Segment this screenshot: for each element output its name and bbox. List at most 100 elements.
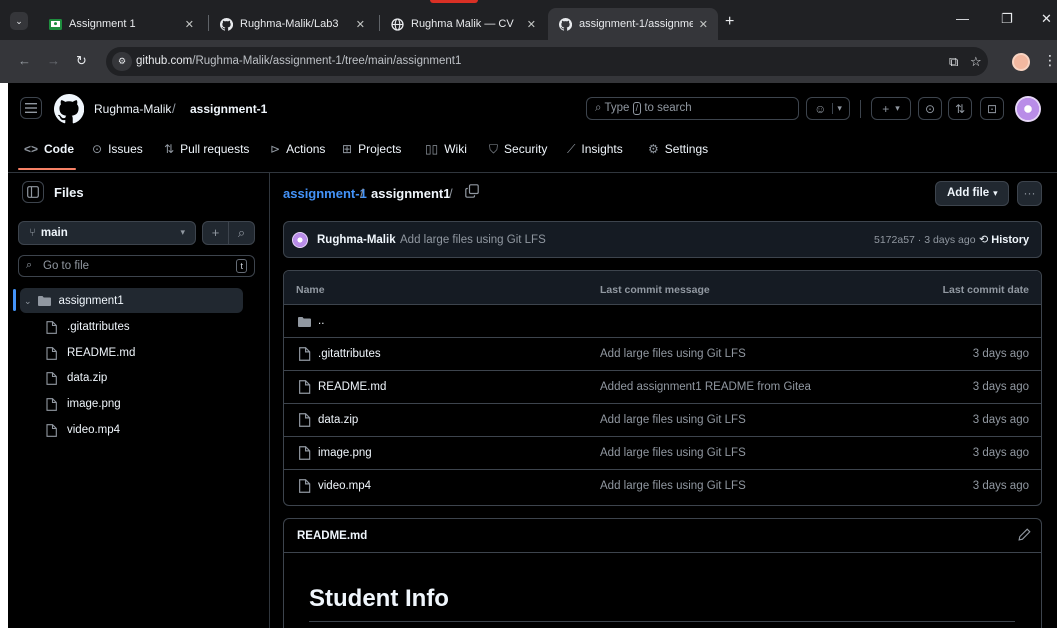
plus-icon: + [882, 101, 890, 116]
tab-wiki[interactable]: ▯▯ Wiki [425, 138, 467, 160]
pull-requests-button[interactable]: ⇅ [948, 97, 972, 120]
tab-pull-requests[interactable]: ⇅ Pull requests [164, 138, 249, 160]
browser-menu-icon[interactable]: ⋮ [1043, 52, 1057, 69]
commit-message-link[interactable]: Add large files using Git LFS [600, 348, 746, 360]
tab-search-button[interactable]: ⌄ [10, 12, 28, 30]
column-header-message: Last commit message [600, 284, 710, 296]
close-icon[interactable]: ✕ [699, 18, 708, 31]
github-logo-icon[interactable] [54, 94, 84, 124]
commit-author-link[interactable]: Rughma-Malik [317, 234, 396, 246]
tree-item-file[interactable]: video.mp4 [46, 420, 120, 440]
commit-message-link[interactable]: Added assignment1 README from Gitea [600, 381, 811, 393]
chevron-down-icon: ▾ [180, 227, 185, 237]
commit-message-link[interactable]: Add large files using Git LFS [600, 447, 746, 459]
readme-heading: Student Info [309, 585, 449, 612]
repo-name-link[interactable]: assignment-1 [190, 102, 267, 116]
new-tab-button[interactable]: + [725, 14, 734, 30]
forward-icon[interactable]: → [47, 53, 60, 69]
inbox-button[interactable]: ⊡ [980, 97, 1004, 120]
table-row[interactable]: README.md Added assignment1 README from … [284, 371, 1041, 404]
files-heading: Files [54, 185, 84, 200]
url-text[interactable]: github.com/Rughma-Malik/assignment-1/tre… [136, 55, 461, 67]
close-icon[interactable]: ✕ [527, 18, 536, 31]
close-icon[interactable]: ✕ [356, 18, 365, 31]
add-file-button[interactable]: Add file ▾ [935, 181, 1009, 206]
copilot-icon: ☺ [814, 101, 827, 116]
add-and-search-group: + ⌕ [202, 221, 255, 245]
cast-icon[interactable]: ⧉ [949, 54, 958, 70]
bookmark-star-icon[interactable]: ☆ [970, 54, 982, 70]
minimize-icon[interactable]: — [956, 12, 969, 26]
close-icon[interactable]: ✕ [185, 18, 194, 31]
tree-item-folder[interactable]: ⌄ assignment1 [24, 291, 124, 311]
collapse-sidebar-button[interactable] [22, 181, 44, 203]
breadcrumb-separator: / [449, 186, 453, 201]
file-name-link[interactable]: .gitattributes [318, 348, 381, 360]
repo-owner-link[interactable]: Rughma-Malik [94, 102, 171, 116]
search-input[interactable]: ⌕ Type / to search [586, 97, 799, 120]
go-to-file-input[interactable]: ⌕ Go to file t [18, 255, 255, 277]
tree-item-file[interactable]: README.md [46, 343, 135, 363]
browser-tab-assignment[interactable]: Assignment 1 ✕ [38, 8, 204, 40]
table-row[interactable]: video.mp4 Add large files using Git LFS … [284, 470, 1041, 503]
issue-icon: ⊙ [924, 101, 936, 116]
reload-icon[interactable]: ↻ [76, 53, 87, 69]
tab-security[interactable]: ⛉ Security [489, 138, 547, 160]
table-row[interactable]: data.zip Add large files using Git LFS 3… [284, 404, 1041, 437]
pencil-icon[interactable] [1018, 528, 1031, 541]
tab-projects[interactable]: ⊞ Projects [342, 138, 401, 160]
commit-message-link[interactable]: Add large files using Git LFS [600, 414, 746, 426]
file-name-link[interactable]: image.png [318, 447, 372, 459]
tab-settings[interactable]: ⚙ Settings [648, 138, 708, 160]
file-icon [299, 413, 311, 427]
commit-message-link[interactable]: Add large files using Git LFS [600, 480, 746, 492]
table-row[interactable]: image.png Add large files using Git LFS … [284, 437, 1041, 470]
site-info-icon[interactable]: ⚙ [112, 52, 132, 71]
browser-tab-active[interactable]: assignment-1/assignment ✕ [548, 8, 718, 40]
issues-button[interactable]: ⊙ [918, 97, 942, 120]
file-icon [46, 320, 59, 334]
close-window-icon[interactable]: ✕ [1041, 12, 1052, 26]
file-name-link[interactable]: data.zip [318, 414, 358, 426]
browser-tab-cv[interactable]: Rughma Malik — CV ✕ [380, 8, 546, 40]
history-link[interactable]: ⟲ History [979, 233, 1029, 246]
chevron-down-icon: ▾ [993, 188, 998, 198]
address-bar[interactable]: ⚙ github.com/Rughma-Malik/assignment-1/t… [106, 47, 988, 76]
file-name-link[interactable]: video.mp4 [318, 480, 371, 492]
user-avatar[interactable] [1015, 96, 1041, 122]
tree-item-file[interactable]: .gitattributes [46, 317, 130, 337]
tree-item-file[interactable]: data.zip [46, 368, 107, 388]
copilot-button[interactable]: ☺ ▾ [806, 97, 850, 120]
table-row[interactable]: .gitattributes Add large files using Git… [284, 338, 1041, 371]
tab-code[interactable]: <> Code [24, 138, 74, 160]
create-new-button[interactable]: + ▾ [871, 97, 911, 120]
back-icon[interactable]: ← [18, 53, 31, 69]
tree-item-file[interactable]: image.png [46, 394, 121, 414]
search-icon: ⌕ [26, 259, 33, 271]
author-avatar[interactable] [292, 232, 308, 248]
restore-icon[interactable]: ❐ [1001, 12, 1013, 26]
file-name-link[interactable]: README.md [318, 381, 386, 393]
tab-title: Rughma-Malik/Lab3 [240, 18, 339, 30]
parent-dir-link[interactable]: .. [318, 315, 324, 327]
add-file-plus-icon[interactable]: + [203, 222, 228, 244]
commit-sha-time[interactable]: 5172a57 · 3 days ago [874, 234, 976, 246]
commit-message-link[interactable]: Add large files using Git LFS [400, 234, 546, 246]
search-placeholder-prefix: Type [604, 102, 630, 114]
tab-insights[interactable]: ⟋ Insights [567, 138, 623, 160]
table-row-parent-dir[interactable]: .. [284, 305, 1041, 338]
profile-avatar[interactable] [1012, 53, 1030, 71]
more-options-button[interactable]: ··· [1017, 181, 1042, 206]
browser-tab-lab3[interactable]: Rughma-Malik/Lab3 ✕ [209, 8, 375, 40]
inbox-icon: ⊡ [986, 101, 998, 116]
breadcrumb-repo-link[interactable]: assignment-1 [283, 186, 367, 201]
file-icon [46, 371, 59, 385]
branch-select-button[interactable]: ⑂ main ▾ [18, 221, 196, 245]
tab-issues[interactable]: ⊙ Issues [92, 138, 143, 160]
tab-actions[interactable]: ⊳ Actions [270, 138, 325, 160]
commit-date: 3 days ago [972, 480, 1029, 492]
search-files-icon[interactable]: ⌕ [228, 222, 254, 244]
hamburger-menu-button[interactable] [20, 97, 42, 119]
readme-filename[interactable]: README.md [297, 530, 367, 542]
copy-path-icon[interactable] [465, 184, 479, 198]
